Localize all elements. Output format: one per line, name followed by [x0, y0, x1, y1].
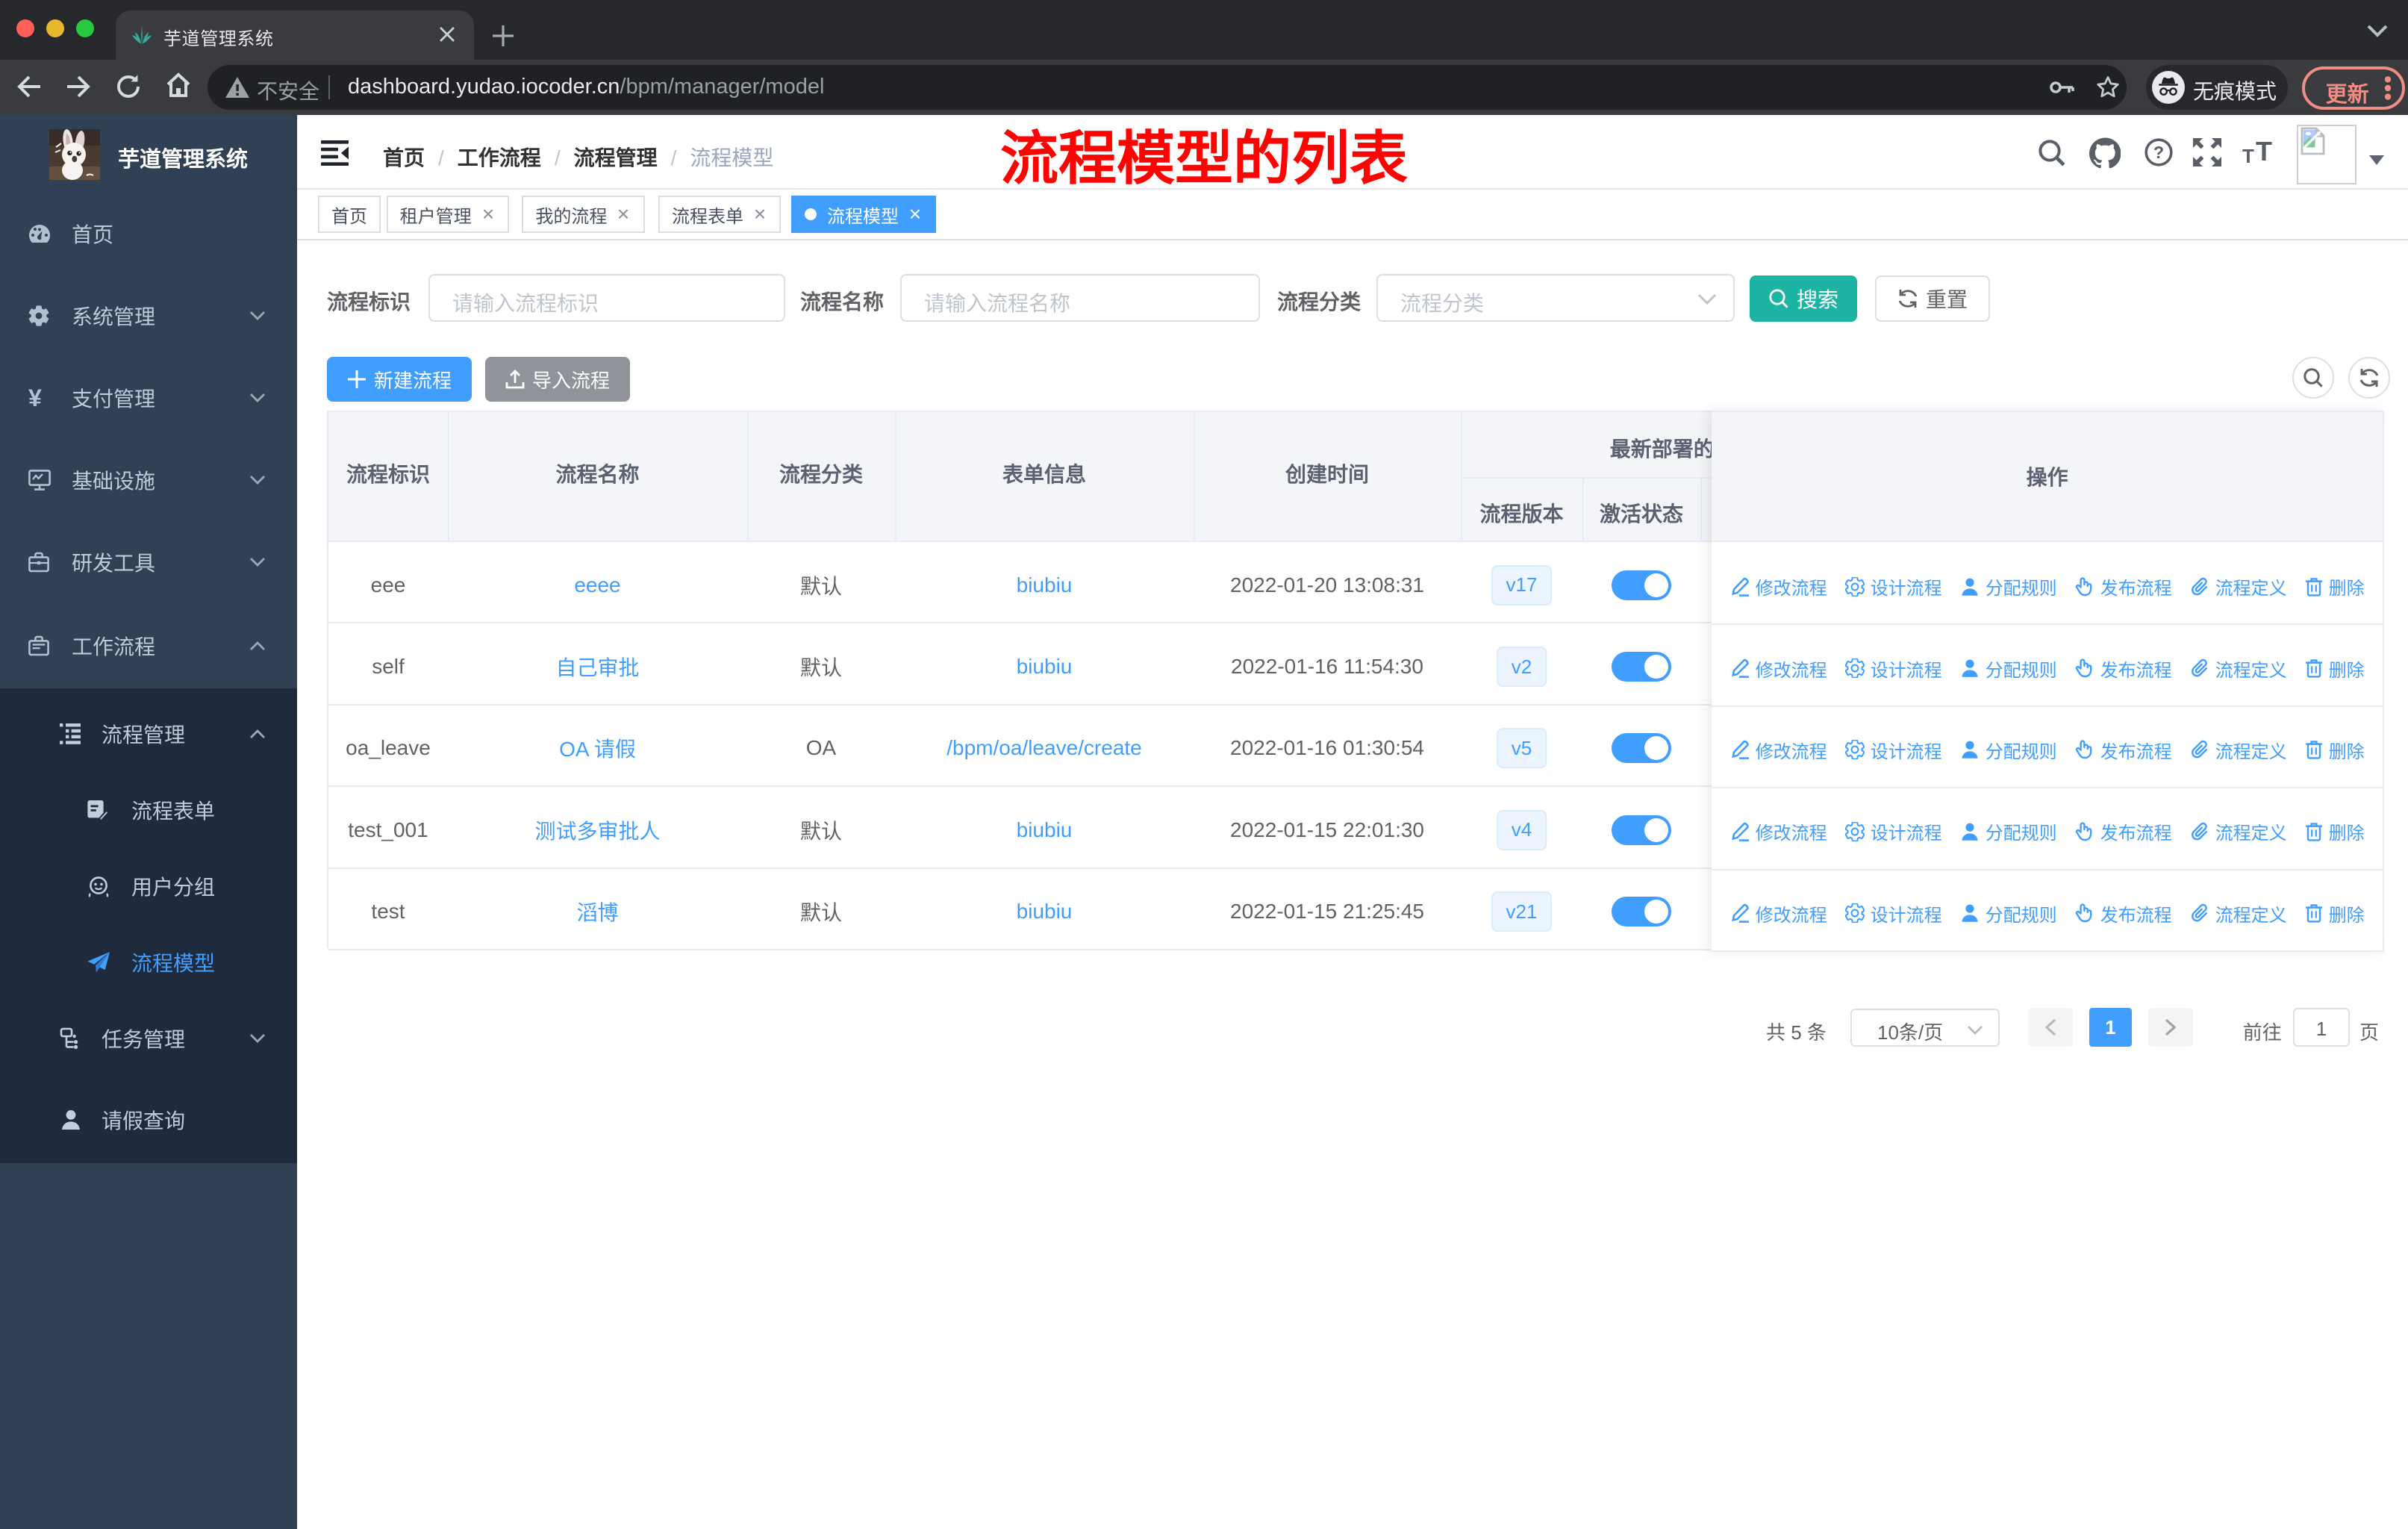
- svg-text:?: ?: [2153, 143, 2164, 162]
